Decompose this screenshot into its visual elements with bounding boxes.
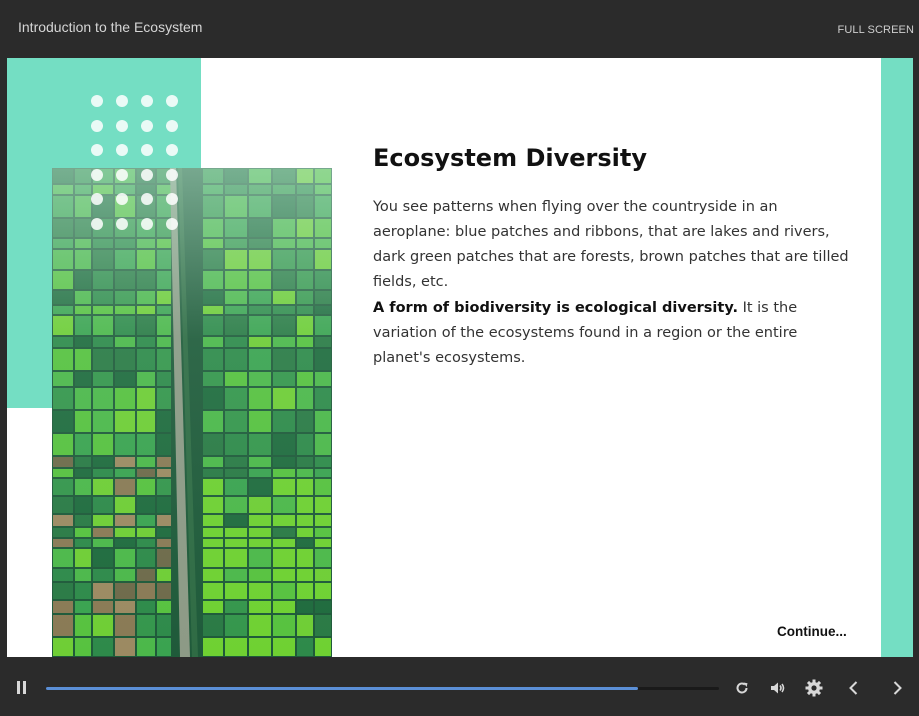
pause-icon[interactable] <box>14 681 28 695</box>
previous-icon[interactable] <box>845 679 863 697</box>
slide-heading: Ecosystem Diversity <box>373 144 647 172</box>
decorative-dot <box>91 95 103 107</box>
decorative-dot <box>166 168 178 181</box>
decorative-dot <box>166 193 178 205</box>
decorative-dot <box>141 144 153 156</box>
decorative-dot <box>116 144 128 156</box>
slide-canvas: Ecosystem Diversity You see patterns whe… <box>7 58 913 657</box>
slide-paragraph-1: You see patterns when flying over the co… <box>373 199 849 290</box>
decorative-dot <box>91 144 103 156</box>
decorative-dot <box>141 95 153 107</box>
decorative-dot <box>91 168 103 181</box>
teal-accent-stripe <box>881 58 913 657</box>
decorative-dot <box>166 119 178 132</box>
settings-icon[interactable] <box>805 679 823 697</box>
paragraph-2-emphasis: A form of biodiversity is ecological div… <box>373 300 738 316</box>
decorative-dot <box>116 217 128 230</box>
fullscreen-button[interactable]: FULL SCREEN <box>838 24 915 36</box>
player-header: Introduction to the Ecosystem FULL SCREE… <box>0 0 919 58</box>
next-icon[interactable] <box>888 679 906 697</box>
decorative-dot <box>91 193 103 205</box>
continue-button[interactable]: Continue... <box>777 624 847 639</box>
slide-paragraph-2: A form of biodiversity is ecological div… <box>373 296 853 371</box>
decorative-dot <box>166 144 178 156</box>
aerial-farmland-photo <box>52 168 332 657</box>
decorative-dot <box>166 95 178 107</box>
player-controls <box>0 657 919 716</box>
decorative-dot <box>141 193 153 205</box>
decorative-dot <box>116 119 128 132</box>
decorative-dot <box>91 217 103 230</box>
decorative-dot <box>141 217 153 230</box>
replay-icon[interactable] <box>733 679 751 697</box>
course-title: Introduction to the Ecosystem <box>18 19 203 35</box>
decorative-dot <box>116 95 128 107</box>
decorative-dot <box>166 217 178 230</box>
decorative-dot <box>116 193 128 205</box>
decorative-dot <box>91 119 103 132</box>
decorative-dot <box>141 119 153 132</box>
progress-fill <box>46 687 639 690</box>
decorative-dot-grid <box>91 95 191 235</box>
decorative-dot <box>116 168 128 181</box>
progress-bar[interactable] <box>46 687 719 690</box>
decorative-dot <box>141 168 153 181</box>
volume-icon[interactable] <box>769 679 787 697</box>
